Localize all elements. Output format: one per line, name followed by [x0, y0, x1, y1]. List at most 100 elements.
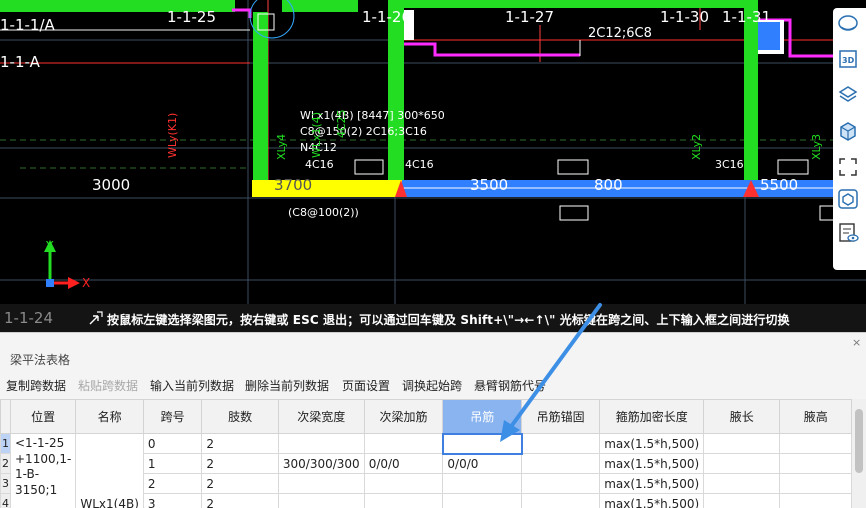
page-setup-button[interactable]: 页面设置 — [342, 377, 390, 394]
beam-table[interactable]: 位置 名称 跨号 肢数 次梁宽度 次梁加筋 吊筋 吊筋锚固 箍筋加密长度 腋长 … — [0, 399, 852, 508]
hanger-anchor-cell[interactable] — [521, 433, 601, 454]
component-icon[interactable] — [837, 188, 862, 213]
haunch-length-cell[interactable] — [703, 473, 781, 494]
legs-cell[interactable]: 2 — [201, 433, 279, 454]
cad-viewport[interactable]: 1-1-25 1-1-26 1-1-27 1-1-30 1-1-31 1-1-1… — [0, 0, 866, 332]
fullscreen-icon[interactable] — [837, 156, 862, 181]
view-cube-icon[interactable] — [837, 12, 862, 37]
swap-start-span-button[interactable]: 调换起始跨 — [402, 377, 462, 394]
row-number: 1 — [0, 433, 11, 454]
svg-text:3000: 3000 — [92, 176, 130, 194]
hanger-rebar-input[interactable] — [441, 432, 523, 455]
secondary-width-cell[interactable]: 300/300/300 — [277, 453, 365, 474]
svg-text:Y: Y — [45, 239, 54, 253]
dense-length-cell[interactable]: max(1.5*h,500) — [599, 453, 705, 474]
beam-table-panel: 梁平法表格 × 复制跨数据 粘贴跨数据 输入当前列数据 删除当前列数据 页面设置… — [0, 332, 866, 508]
secondary-rebar-cell[interactable] — [363, 473, 444, 494]
paste-span-button[interactable]: 粘贴跨数据 — [78, 377, 138, 394]
hanger-anchor-cell[interactable] — [521, 493, 601, 508]
svg-text:4C16: 4C16 — [405, 158, 434, 171]
dense-length-cell[interactable]: max(1.5*h,500) — [599, 473, 705, 494]
svg-text:1-1-26: 1-1-26 — [362, 8, 411, 26]
secondary-rebar-cell[interactable] — [363, 433, 444, 454]
input-column-button[interactable]: 输入当前列数据 — [150, 377, 234, 394]
svg-text:2C12;6C8: 2C12;6C8 — [588, 26, 652, 41]
haunch-height-cell[interactable] — [779, 433, 852, 454]
grid-lines — [0, 0, 866, 304]
name-cell[interactable]: WLx1(4B) — [75, 433, 144, 508]
haunch-height-cell[interactable] — [779, 473, 852, 494]
span-cell[interactable]: 2 — [142, 473, 203, 494]
col-position[interactable]: 位置 — [9, 399, 77, 434]
span-cell[interactable]: 3 — [142, 493, 203, 508]
svg-text:XLy2: XLy2 — [690, 134, 703, 160]
delete-column-button[interactable]: 删除当前列数据 — [245, 377, 329, 394]
svg-text:3500: 3500 — [470, 176, 508, 194]
beam-wlx1-col[interactable] — [388, 0, 404, 182]
col-stirrup-dense-length[interactable]: 箍筋加密长度 — [599, 399, 705, 434]
layer-stack-icon[interactable] — [837, 84, 862, 109]
secondary-rebar-cell[interactable] — [363, 493, 444, 508]
col-name[interactable]: 名称 — [75, 399, 144, 434]
dense-length-cell[interactable]: max(1.5*h,500) — [599, 493, 705, 508]
legs-cell[interactable]: 2 — [201, 493, 279, 508]
svg-text:X: X — [82, 276, 90, 290]
svg-text:(C8@100(2)): (C8@100(2)) — [288, 206, 359, 219]
grid-label-ghost: 1-1-24 — [4, 309, 53, 327]
close-icon[interactable]: × — [852, 336, 861, 349]
legs-cell[interactable]: 2 — [201, 473, 279, 494]
col-hanger-rebar[interactable]: 吊筋 — [442, 399, 523, 434]
corner-cell — [0, 399, 11, 434]
dense-length-cell[interactable]: max(1.5*h,500) — [599, 433, 705, 454]
svg-text:3D: 3D — [842, 56, 855, 65]
svg-text:4C16: 4C16 — [305, 158, 334, 171]
row-number: 3 — [0, 473, 11, 494]
sheet-eye-icon[interactable] — [837, 222, 862, 247]
beam-xly3[interactable] — [744, 0, 758, 182]
hanger-rebar-cell[interactable]: 0/0/0 — [442, 453, 523, 474]
haunch-length-cell[interactable] — [703, 453, 781, 474]
legs-cell[interactable]: 2 — [201, 453, 279, 474]
col-hanger-anchor[interactable]: 吊筋锚固 — [521, 399, 601, 434]
haunch-length-cell[interactable] — [703, 433, 781, 454]
hint-text: 按鼠标左键选择梁图元，按右键或 ESC 退出；可以通过回车键及 Shift+\"… — [107, 313, 790, 327]
col-span-no[interactable]: 跨号 — [142, 399, 203, 434]
svg-text:WLx1(4): WLx1(4) — [310, 112, 323, 158]
secondary-width-cell[interactable] — [277, 493, 365, 508]
row-number: 2 — [0, 453, 11, 474]
top-beam-right[interactable] — [400, 0, 745, 8]
col-haunch-length[interactable]: 腋长 — [703, 399, 781, 434]
col-secondary-width[interactable]: 次梁宽度 — [277, 399, 365, 434]
row-number: 4 — [0, 493, 11, 508]
box-icon[interactable] — [837, 120, 862, 145]
hanger-anchor-cell[interactable] — [521, 473, 601, 494]
3d-icon[interactable]: 3D — [837, 48, 862, 73]
secondary-width-cell[interactable] — [277, 433, 365, 454]
secondary-rebar-cell[interactable]: 0/0/0 — [363, 453, 444, 474]
haunch-height-cell[interactable] — [779, 453, 852, 474]
span-cell[interactable]: 1 — [142, 453, 203, 474]
col-legs[interactable]: 肢数 — [201, 399, 279, 434]
status-hint-bar: 1-1-24 按鼠标左键选择梁图元，按右键或 ESC 退出；可以通过回车键及 S… — [0, 304, 866, 332]
hanger-rebar-cell[interactable] — [442, 493, 523, 508]
copy-span-button[interactable]: 复制跨数据 — [6, 377, 66, 394]
svg-text:XLy3: XLy3 — [810, 134, 823, 160]
hanger-rebar-cell[interactable] — [442, 473, 523, 494]
position-cell[interactable]: <1-1-25 +1100,1-1-B-3150;1 — [9, 433, 77, 508]
table-row[interactable]: 1 <1-1-25 +1100,1-1-B-3150;1 WLx1(4B) 0 … — [0, 432, 852, 508]
svg-text:XLy4: XLy4 — [275, 134, 288, 160]
col-haunch-height[interactable]: 腋高 — [779, 399, 852, 434]
secondary-width-cell[interactable] — [277, 473, 365, 494]
col-secondary-rebar[interactable]: 次梁加筋 — [363, 399, 444, 434]
table-toolbar: 复制跨数据 粘贴跨数据 输入当前列数据 删除当前列数据 页面设置 调换起始跨 悬… — [0, 373, 866, 395]
hanger-anchor-cell[interactable] — [521, 453, 601, 474]
axis-indicator: Y X — [44, 239, 90, 290]
haunch-height-cell[interactable] — [779, 493, 852, 508]
span-cell[interactable]: 0 — [142, 433, 203, 454]
drawing-canvas[interactable]: 1-1-25 1-1-26 1-1-27 1-1-30 1-1-31 1-1-1… — [0, 0, 866, 332]
table-scrollbar[interactable] — [852, 399, 866, 508]
scrollbar-thumb[interactable] — [855, 409, 863, 473]
cantilever-code-button[interactable]: 悬臂钢筋代号 — [474, 377, 546, 394]
haunch-length-cell[interactable] — [703, 493, 781, 508]
svg-text:4C25: 4C25 — [335, 109, 348, 138]
